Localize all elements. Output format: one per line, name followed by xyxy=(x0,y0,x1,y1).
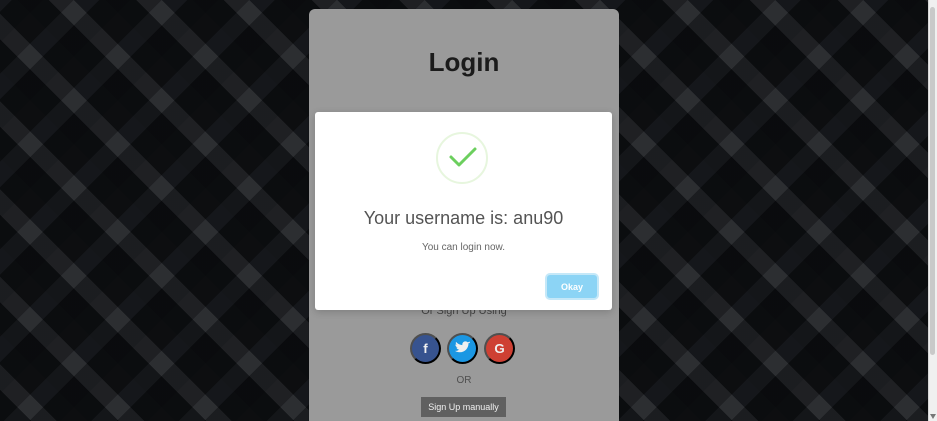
okay-button[interactable]: Okay xyxy=(547,275,597,298)
page-scrollbar[interactable] xyxy=(928,0,937,421)
scrollbar-thumb[interactable] xyxy=(930,7,935,355)
success-modal: Your username is: anu90 You can login no… xyxy=(315,112,612,310)
modal-title: Your username is: anu90 xyxy=(363,208,564,228)
success-icon xyxy=(436,132,488,184)
scroll-down-arrow-icon[interactable] xyxy=(930,414,936,419)
modal-message: You can login now. xyxy=(421,242,506,253)
checkmark-icon xyxy=(449,147,477,167)
